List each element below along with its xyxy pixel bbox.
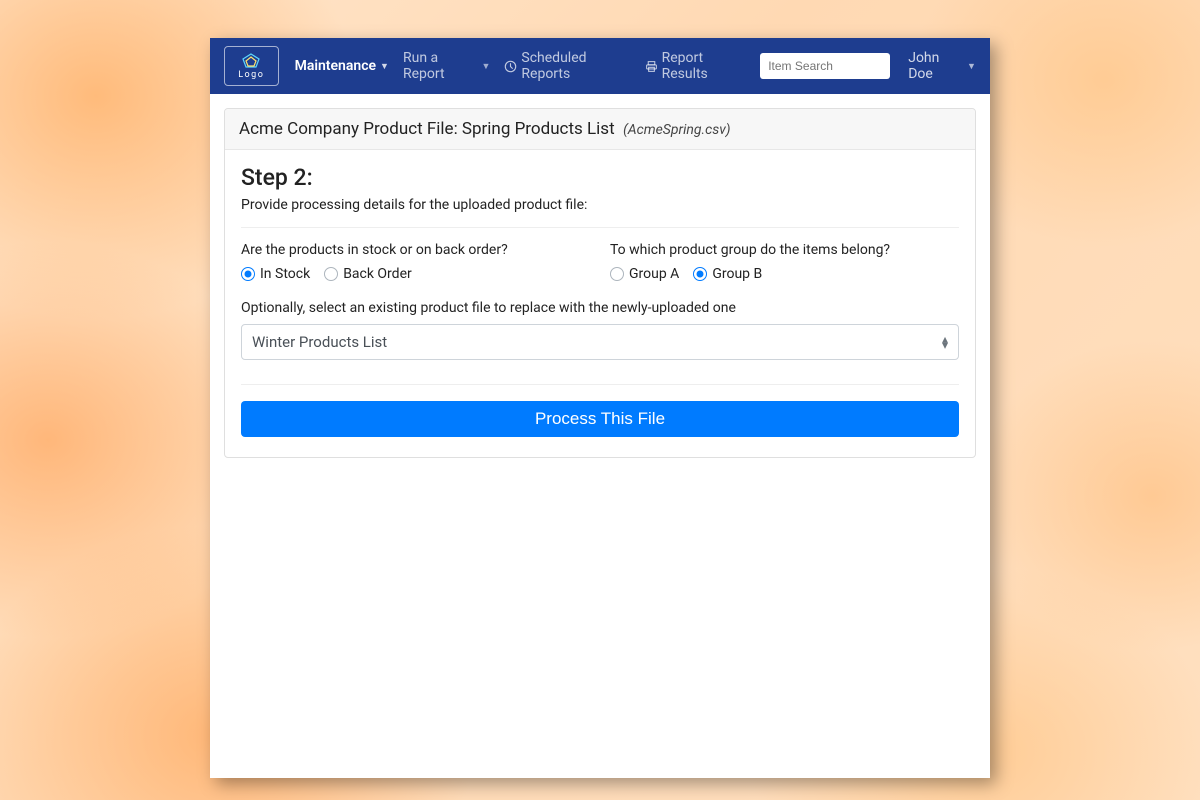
chevron-down-icon: ▼ (380, 61, 389, 72)
logo-icon (241, 53, 261, 69)
radio-label: Group B (712, 266, 762, 282)
radio-group-b[interactable]: Group B (693, 266, 762, 282)
nav-label: Maintenance (295, 58, 376, 74)
item-search-input[interactable] (760, 53, 890, 79)
card-title: Acme Company Product File: Spring Produc… (239, 119, 615, 139)
replace-file-label: Optionally, select an existing product f… (241, 300, 959, 316)
stock-question: Are the products in stock or on back ord… (241, 242, 590, 258)
card-header: Acme Company Product File: Spring Produc… (225, 109, 975, 150)
app-window: Logo Maintenance ▼ Run a Report ▼ Schedu… (210, 38, 990, 778)
logo-text: Logo (238, 70, 264, 80)
nav-label: Run a Report (403, 50, 478, 82)
logo[interactable]: Logo (224, 46, 279, 86)
card-filename: (AcmeSpring.csv) (623, 122, 730, 138)
radio-icon (693, 267, 707, 281)
divider (241, 384, 959, 385)
group-question: To which product group do the items belo… (610, 242, 959, 258)
clock-icon (504, 60, 517, 73)
step-title: Step 2: (241, 164, 959, 191)
stock-radio-group: In Stock Back Order (241, 266, 590, 282)
process-file-button[interactable]: Process This File (241, 401, 959, 437)
nav-run-report[interactable]: Run a Report ▼ (403, 50, 490, 82)
radio-icon (324, 267, 338, 281)
navbar: Logo Maintenance ▼ Run a Report ▼ Schedu… (210, 38, 990, 94)
product-file-card: Acme Company Product File: Spring Produc… (224, 108, 976, 458)
nav-label: Report Results (662, 50, 747, 82)
radio-in-stock[interactable]: In Stock (241, 266, 310, 282)
nav-label: Scheduled Reports (521, 50, 630, 82)
select-value: Winter Products List (252, 333, 387, 351)
nav-maintenance[interactable]: Maintenance ▼ (295, 58, 389, 74)
print-icon (645, 60, 658, 73)
radio-icon (241, 267, 255, 281)
replace-file-select[interactable]: Winter Products List ▴▾ (241, 324, 959, 360)
nav-report-results[interactable]: Report Results (645, 50, 747, 82)
radio-back-order[interactable]: Back Order (324, 266, 412, 282)
radio-label: In Stock (260, 266, 310, 282)
radio-label: Back Order (343, 266, 412, 282)
card-body: Step 2: Provide processing details for t… (225, 150, 975, 457)
user-name: John Doe (908, 50, 963, 82)
user-menu[interactable]: John Doe ▼ (908, 50, 976, 82)
nav-scheduled-reports[interactable]: Scheduled Reports (504, 50, 630, 82)
group-radio-group: Group A Group B (610, 266, 959, 282)
chevron-down-icon: ▼ (967, 61, 976, 72)
chevron-down-icon: ▼ (481, 61, 490, 72)
radio-label: Group A (629, 266, 679, 282)
radio-icon (610, 267, 624, 281)
divider (241, 227, 959, 228)
step-description: Provide processing details for the uploa… (241, 197, 959, 213)
select-caret-icon: ▴▾ (942, 336, 948, 348)
radio-group-a[interactable]: Group A (610, 266, 679, 282)
